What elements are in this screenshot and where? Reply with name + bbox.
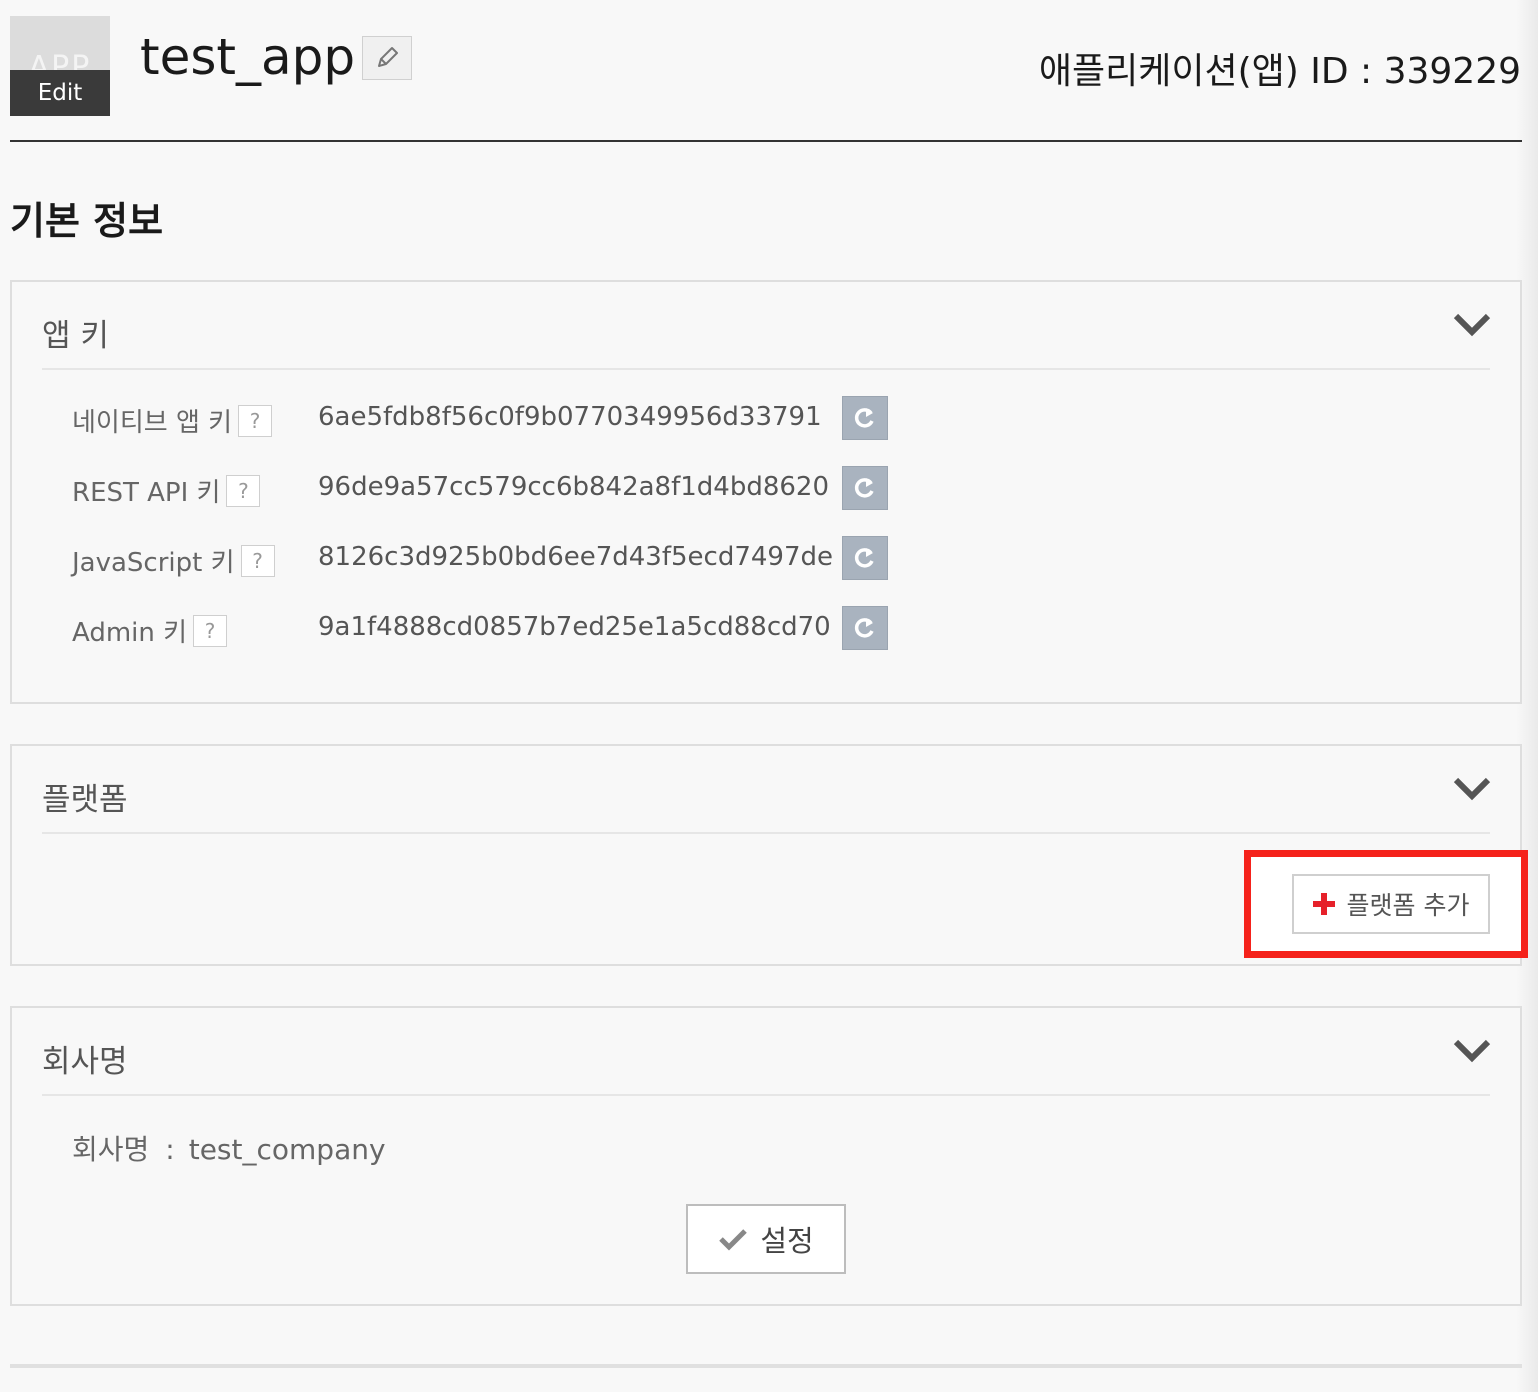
section-title: 기본 정보	[10, 199, 164, 243]
refresh-key-button[interactable]	[842, 466, 888, 510]
app-id: 애플리케이션(앱) ID : 339229	[1038, 51, 1521, 92]
app-name: test_app	[140, 28, 356, 86]
help-icon[interactable]: ?	[240, 544, 275, 577]
panel-title: 앱 키	[42, 318, 109, 354]
pencil-icon	[378, 47, 398, 67]
refresh-icon	[854, 548, 874, 568]
edit-app-name-button[interactable]	[362, 36, 412, 80]
refresh-key-button[interactable]	[842, 536, 888, 580]
key-label: JavaScript 키	[72, 548, 235, 578]
checkmark-icon	[719, 1229, 748, 1251]
refresh-key-button[interactable]	[842, 396, 888, 440]
panel-title: 플랫폼	[42, 782, 128, 818]
panel-divider	[42, 832, 1490, 834]
refresh-icon	[854, 478, 874, 498]
help-icon[interactable]: ?	[226, 474, 261, 507]
plus-icon	[1312, 893, 1335, 915]
key-row-admin: Admin 키 ? 9a1f4888cd0857b7ed25e1a5cd88cd…	[72, 606, 932, 658]
header-divider	[10, 140, 1522, 142]
thumbnail-edit-button[interactable]: Edit	[10, 70, 110, 116]
chevron-down-icon[interactable]	[1452, 1038, 1492, 1064]
help-icon[interactable]: ?	[238, 404, 273, 437]
key-label: 네이티브 앱 키	[72, 408, 233, 438]
refresh-key-button[interactable]	[842, 606, 888, 650]
key-label: Admin 키	[72, 618, 188, 648]
company-value: test_company	[188, 1133, 386, 1166]
key-value: 9a1f4888cd0857b7ed25e1a5cd88cd70	[318, 612, 831, 642]
key-label: REST API 키	[72, 478, 221, 508]
app-thumbnail[interactable]: APP Edit	[10, 16, 110, 116]
chevron-down-icon[interactable]	[1452, 776, 1492, 802]
refresh-icon	[854, 618, 874, 638]
separator: :	[165, 1133, 175, 1166]
key-row-javascript: JavaScript 키 ? 8126c3d925b0bd6ee7d43f5ec…	[72, 536, 932, 588]
add-platform-label: 플랫폼 추가	[1346, 891, 1470, 920]
company-info: 회사명: test_company	[72, 1128, 386, 1168]
panel-divider	[42, 1094, 1490, 1096]
settings-button[interactable]: 설정	[686, 1204, 846, 1274]
add-platform-button[interactable]: 플랫폼 추가	[1292, 874, 1490, 934]
key-value: 8126c3d925b0bd6ee7d43f5ecd7497de	[318, 542, 834, 572]
settings-label: 설정	[760, 1224, 814, 1258]
refresh-icon	[854, 408, 874, 428]
app-keys-panel: 앱 키 네이티브 앱 키 ? 6ae5fdb8f56c0f9b077034995…	[10, 280, 1522, 704]
help-icon[interactable]: ?	[193, 614, 228, 647]
chevron-down-icon[interactable]	[1452, 312, 1492, 338]
key-row-native: 네이티브 앱 키 ? 6ae5fdb8f56c0f9b0770349956d33…	[72, 396, 932, 448]
key-value: 96de9a57cc579cc6b842a8f1d4bd8620	[318, 472, 830, 502]
company-label: 회사명	[72, 1133, 150, 1166]
key-value: 6ae5fdb8f56c0f9b0770349956d33791	[318, 402, 822, 432]
bottom-divider	[10, 1364, 1522, 1368]
panel-title: 회사명	[42, 1044, 128, 1080]
key-row-rest-api: REST API 키 ? 96de9a57cc579cc6b842a8f1d4b…	[72, 466, 932, 518]
panel-divider	[42, 368, 1490, 370]
